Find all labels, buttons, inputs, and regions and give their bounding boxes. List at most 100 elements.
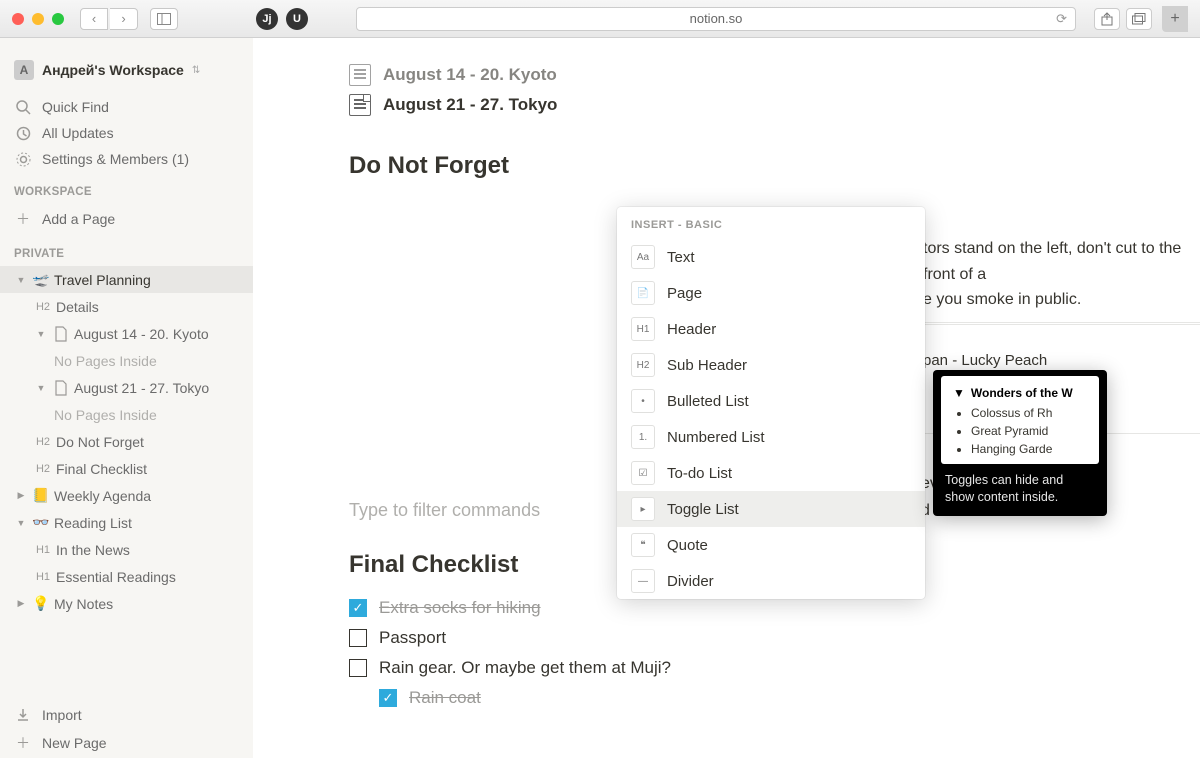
sidebar-item-essential[interactable]: H1 Essential Readings bbox=[0, 563, 253, 590]
insert-menu-item-page[interactable]: 📄 Page bbox=[617, 275, 925, 311]
minimize-window-icon[interactable] bbox=[32, 13, 44, 25]
chevron-down-icon[interactable]: ▼ bbox=[34, 383, 48, 393]
insert-item-label: Toggle List bbox=[667, 501, 739, 518]
back-button[interactable]: ‹ bbox=[80, 8, 108, 30]
tooltip-text: Toggles can hide and show content inside… bbox=[941, 472, 1099, 506]
tree-label: Details bbox=[56, 299, 99, 315]
insert-menu-item-sub-header[interactable]: H2Sub Header bbox=[617, 347, 925, 383]
sidebar-item-details[interactable]: H2 Details bbox=[0, 293, 253, 320]
final-checklist: ✓ Extra socks for hiking Passport Rain gear… bbox=[349, 593, 1129, 713]
block-type-icon: H1 bbox=[631, 317, 655, 341]
add-page-button[interactable]: ＋ Add a Page bbox=[0, 204, 253, 234]
extension-u-icon[interactable]: U bbox=[286, 8, 308, 30]
extension-jj-icon[interactable]: Jj bbox=[256, 8, 278, 30]
plus-icon: ＋ bbox=[14, 209, 32, 229]
import-button[interactable]: Import bbox=[0, 702, 253, 728]
share-button[interactable] bbox=[1094, 8, 1120, 30]
insert-block-menu[interactable]: INSERT - BASIC AaText 📄 Page H1HeaderH2Sub … bbox=[617, 207, 925, 599]
settings-button[interactable]: Settings & Members (1) bbox=[0, 146, 253, 172]
block-type-icon: • bbox=[631, 389, 655, 413]
block-type-icon: 📄 bbox=[631, 281, 655, 305]
checklist-item[interactable]: Rain gear. Or maybe get them at Muji? bbox=[349, 653, 1129, 683]
heading-do-not-forget: Do Not Forget bbox=[349, 152, 1129, 180]
chevron-down-icon[interactable]: ▼ bbox=[14, 518, 28, 528]
tree-label: Final Checklist bbox=[56, 461, 147, 477]
sidebar-item-tokyo[interactable]: ▼ August 21 - 27. Tokyo bbox=[0, 374, 253, 401]
insert-menu-item-header[interactable]: H1Header bbox=[617, 311, 925, 347]
insert-menu-item-divider[interactable]: —Divider bbox=[617, 563, 925, 599]
insert-item-label: Page bbox=[667, 285, 702, 302]
insert-menu-item-numbered-list[interactable]: 1.Numbered List bbox=[617, 419, 925, 455]
refresh-icon[interactable]: ⟳ bbox=[1056, 11, 1067, 27]
sidebar-no-pages: No Pages Inside bbox=[0, 401, 253, 428]
sidebar-item-travel-planning[interactable]: ▼ 🛫 Travel Planning bbox=[0, 266, 253, 293]
tree-label: Do Not Forget bbox=[56, 434, 144, 450]
tooltip-list-item: Hanging Garde bbox=[971, 440, 1087, 458]
workspace-section-header: WORKSPACE bbox=[0, 172, 253, 204]
h2-badge: H2 bbox=[34, 301, 52, 313]
sidebar-item-final[interactable]: H2 Final Checklist bbox=[0, 455, 253, 482]
tree-label: August 21 - 27. Tokyo bbox=[74, 380, 209, 396]
chevron-right-icon[interactable]: ▶ bbox=[14, 598, 28, 609]
new-page-button[interactable]: ＋ New Page bbox=[0, 728, 253, 758]
settings-label: Settings & Members (1) bbox=[42, 151, 189, 167]
tabs-button[interactable] bbox=[1126, 8, 1152, 30]
page-link-kyoto[interactable]: August 14 - 20. Kyoto bbox=[349, 60, 1129, 90]
tree-label: Weekly Agenda bbox=[54, 488, 151, 504]
checklist-label: Extra socks for hiking bbox=[379, 598, 541, 618]
sidebar-item-news[interactable]: H1 In the News bbox=[0, 536, 253, 563]
forward-button[interactable]: › bbox=[110, 8, 138, 30]
quick-find-button[interactable]: Quick Find bbox=[0, 94, 253, 120]
checkbox[interactable]: ✓ bbox=[379, 689, 397, 707]
block-type-icon: H2 bbox=[631, 353, 655, 377]
insert-menu-item-bulleted-list[interactable]: •Bulleted List bbox=[617, 383, 925, 419]
checkbox[interactable] bbox=[349, 629, 367, 647]
chevron-right-icon[interactable]: ▶ bbox=[14, 490, 28, 501]
sidebar-item-reading[interactable]: ▼ 👓 Reading List bbox=[0, 509, 253, 536]
insert-menu-item-to-do-list[interactable]: ☑To-do List bbox=[617, 455, 925, 491]
chevron-down-icon: ▼ bbox=[953, 386, 965, 400]
maximize-window-icon[interactable] bbox=[52, 13, 64, 25]
search-icon bbox=[14, 100, 32, 115]
sidebar-item-notes[interactable]: ▶ 💡 My Notes bbox=[0, 590, 253, 617]
h1-badge: H1 bbox=[34, 544, 52, 556]
tooltip-preview: ▼Wonders of the W Colossus of RhGreat Py… bbox=[941, 376, 1099, 464]
plane-emoji-icon: 🛫 bbox=[32, 271, 50, 288]
all-updates-button[interactable]: All Updates bbox=[0, 120, 253, 146]
sidebar-item-weekly[interactable]: ▶ 📒 Weekly Agenda bbox=[0, 482, 253, 509]
tree-label: Travel Planning bbox=[54, 272, 151, 288]
checklist-label: Rain coat bbox=[409, 688, 481, 708]
new-tab-button[interactable]: + bbox=[1162, 6, 1188, 32]
sidebar: A Андрей's Workspace ⇅ Quick Find All Up… bbox=[0, 38, 253, 758]
workspace-name: Андрей's Workspace bbox=[42, 62, 184, 78]
insert-menu-item-toggle-list[interactable]: ▸ Toggle List bbox=[617, 491, 925, 527]
all-updates-label: All Updates bbox=[42, 125, 114, 141]
workspace-avatar: A bbox=[14, 60, 34, 80]
checkbox[interactable]: ✓ bbox=[349, 599, 367, 617]
checklist-label: Passport bbox=[379, 628, 446, 648]
h2-badge: H2 bbox=[34, 463, 52, 475]
sidebar-toggle-button[interactable] bbox=[150, 8, 178, 30]
sidebar-item-kyoto[interactable]: ▼ August 14 - 20. Kyoto bbox=[0, 320, 253, 347]
insert-menu-item-text[interactable]: AaText bbox=[617, 239, 925, 275]
checkbox[interactable] bbox=[349, 659, 367, 677]
insert-menu-header: INSERT - BASIC bbox=[617, 207, 925, 239]
chevron-down-icon[interactable]: ▼ bbox=[14, 275, 28, 285]
chevron-down-icon[interactable]: ▼ bbox=[34, 329, 48, 339]
workspace-switcher[interactable]: A Андрей's Workspace ⇅ bbox=[0, 56, 253, 94]
page-link-label: August 21 - 27. Tokyo bbox=[383, 95, 557, 115]
block-type-icon: ▸ bbox=[631, 497, 655, 521]
page-link-tokyo[interactable]: August 21 - 27. Tokyo bbox=[349, 90, 1129, 120]
sidebar-item-dnf[interactable]: H2 Do Not Forget bbox=[0, 428, 253, 455]
block-type-icon: 1. bbox=[631, 425, 655, 449]
notebook-emoji-icon: 📒 bbox=[32, 487, 50, 504]
checklist-item[interactable]: ✓ Rain coat bbox=[379, 683, 1129, 713]
clock-icon bbox=[14, 126, 32, 141]
browser-titlebar: ‹ › Jj U notion.so ⟳ + bbox=[0, 0, 1200, 38]
private-section-header: PRIVATE bbox=[0, 234, 253, 266]
url-bar[interactable]: notion.so ⟳ bbox=[356, 7, 1076, 31]
insert-menu-item-quote[interactable]: ❝Quote bbox=[617, 527, 925, 563]
checklist-item[interactable]: Passport bbox=[349, 623, 1129, 653]
page-icon bbox=[349, 64, 371, 86]
close-window-icon[interactable] bbox=[12, 13, 24, 25]
